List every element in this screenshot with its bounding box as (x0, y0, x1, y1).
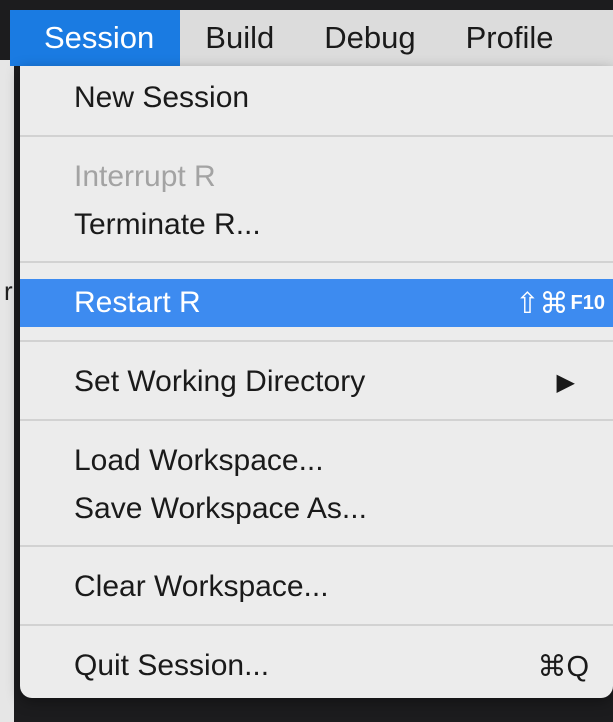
menubar-profile[interactable]: Profile (441, 10, 579, 66)
menubar-build[interactable]: Build (180, 10, 299, 66)
menu-separator (20, 340, 613, 342)
keyboard-shortcut: ⇧⌘ F10 (515, 286, 605, 321)
menu-item-label: Quit Session... (74, 649, 270, 682)
menu-separator (20, 419, 613, 421)
menu-item-label: Save Workspace As... (74, 492, 367, 525)
shift-command-icon: ⇧⌘ (515, 287, 569, 320)
menu-separator (20, 135, 613, 137)
background-window-text-fragment: r (4, 276, 13, 306)
menubar-session[interactable]: Session (10, 10, 181, 66)
menu-item-restart-r[interactable]: Restart R ⇧⌘ F10 (20, 279, 613, 327)
menu-item-label: Clear Workspace... (74, 570, 329, 603)
menu-item-label: Terminate R... (74, 208, 261, 241)
menu-separator (20, 624, 613, 626)
menu-item-label: Load Workspace... (74, 444, 324, 477)
menu-item-load-workspace[interactable]: Load Workspace... (20, 437, 613, 485)
menu-item-clear-workspace[interactable]: Clear Workspace... (20, 563, 613, 611)
menu-item-new-session[interactable]: New Session (20, 74, 613, 122)
menu-item-terminate-r[interactable]: Terminate R... (20, 201, 613, 249)
menu-item-label: New Session (74, 81, 250, 114)
background-window: r (0, 60, 14, 722)
menu-item-save-workspace-as[interactable]: Save Workspace As... (20, 485, 613, 533)
menu-item-label: Interrupt R (74, 160, 216, 193)
submenu-arrow-icon: ▶ (556, 368, 575, 396)
menu-item-label: Set Working Directory (74, 365, 366, 398)
menu-separator (20, 261, 613, 263)
menubar-debug[interactable]: Debug (299, 10, 440, 66)
menu-item-interrupt-r: Interrupt R (20, 153, 613, 201)
function-key-label: F10 (570, 291, 605, 314)
menu-separator (20, 545, 613, 547)
menu-bar: Session Build Debug Profile (10, 10, 613, 66)
session-menu: New Session Interrupt R Terminate R... R… (20, 66, 613, 698)
menu-item-quit-session[interactable]: Quit Session... ⌘Q (20, 642, 613, 690)
menu-item-set-working-directory[interactable]: Set Working Directory ▶ (20, 358, 613, 406)
screen: r Session Build Debug Profile New Sessio… (0, 0, 613, 722)
menu-item-label: Restart R (74, 286, 201, 319)
keyboard-shortcut: ⌘Q (537, 650, 589, 683)
